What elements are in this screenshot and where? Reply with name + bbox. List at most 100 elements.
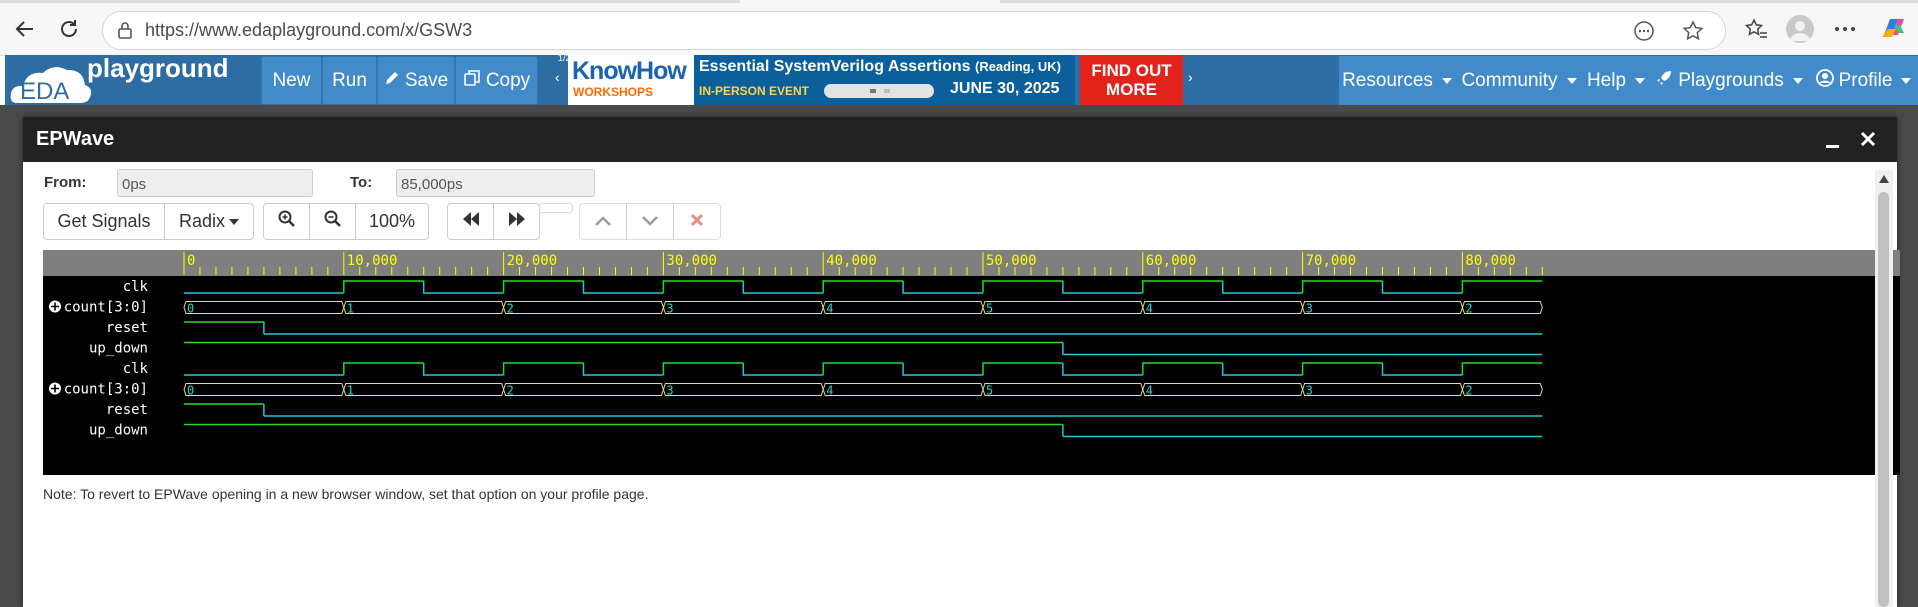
clk-high-segment (822, 362, 904, 375)
close-icon[interactable] (1857, 127, 1879, 151)
bus-value-label: 1 (347, 384, 354, 398)
bus-value-label: 3 (1306, 384, 1313, 398)
copy-icon (463, 69, 481, 93)
ad-cta-line2: MORE (1106, 80, 1157, 99)
copilot-icon[interactable] (1878, 13, 1908, 48)
clk-low-segment (582, 281, 664, 294)
community-menu[interactable]: Community (1455, 56, 1583, 105)
to-input[interactable]: 85,000ps (396, 169, 595, 197)
clk-high-segment (662, 362, 744, 375)
settings-more-icon[interactable] (1832, 16, 1858, 47)
vertical-scrollbar[interactable] (1875, 170, 1893, 607)
clk-low-segment (1221, 363, 1303, 376)
save-button-label: Save (404, 69, 449, 91)
ruler-tick-label: 10,000 (347, 253, 398, 269)
bus-segment (822, 301, 984, 314)
community-menu-label: Community (1461, 69, 1558, 91)
delete-signal-button[interactable] (673, 203, 721, 240)
ad-slide-indicator[interactable] (824, 84, 934, 98)
profile-menu[interactable]: Profile (1809, 56, 1918, 105)
ad-event-type: IN-PERSON EVENT (699, 84, 810, 98)
ruler-tick-label: 30,000 (666, 253, 717, 269)
zoom-out-icon (324, 210, 342, 233)
clk-low-segment (1062, 363, 1143, 376)
forward-button[interactable] (493, 203, 540, 240)
tab-strip-edge (1000, 0, 1918, 3)
ruler-tick-label: 20,000 (507, 253, 558, 269)
bus-value-label: 2 (1465, 302, 1472, 316)
address-bar[interactable]: https://www.edaplayground.com/x/GSW3 (102, 11, 1726, 50)
chevron-down-icon (1792, 77, 1803, 84)
bus-segment (1142, 301, 1304, 314)
from-input[interactable]: 0ps (117, 169, 313, 197)
clk-low-segment (902, 363, 983, 376)
zoom-in-button[interactable] (263, 203, 310, 240)
resources-menu[interactable]: Resources (1339, 56, 1455, 105)
more-options-circle-icon[interactable] (1633, 20, 1655, 47)
bus-segment (1142, 383, 1304, 396)
bus-segment (1461, 301, 1543, 314)
favorite-star-icon[interactable] (1681, 19, 1705, 48)
bus-segment (183, 383, 345, 396)
clk-high-segment (502, 280, 584, 293)
ad-banner[interactable]: KnowHow WORKSHOPS Essential SystemVerilo… (568, 55, 1075, 105)
rewind-button[interactable] (447, 203, 494, 240)
ad-brand-bottom: WORKSHOPS (573, 85, 654, 99)
clk-high-segment (982, 362, 1063, 375)
clk-high-segment (343, 362, 424, 375)
signal-name: up_down (89, 423, 148, 439)
playgrounds-menu[interactable]: Playgrounds (1649, 56, 1809, 105)
zoom-level[interactable]: 100% (355, 203, 429, 240)
save-button[interactable]: Save (377, 56, 455, 105)
radix-label: Radix (178, 211, 226, 231)
minimize-icon[interactable] (1823, 127, 1843, 151)
browser-toolbar: https://www.edaplayground.com/x/GSW3 (0, 0, 1918, 56)
ad-headline-suffix: (Reading, UK) (974, 59, 1061, 74)
scroll-up-arrow[interactable] (1879, 175, 1889, 183)
ruler-tick-label: 70,000 (1306, 253, 1357, 269)
ad-prev-icon[interactable]: ‹ (555, 69, 560, 85)
get-signals-button[interactable]: Get Signals (43, 203, 165, 240)
ad-cta-button[interactable]: FIND OUT MORE (1080, 55, 1183, 105)
svg-text:EDA: EDA (20, 78, 69, 105)
copy-button[interactable]: Copy (455, 56, 538, 105)
clk-high-segment (502, 362, 584, 375)
url-text[interactable]: https://www.edaplayground.com/x/GSW3 (145, 20, 472, 41)
ad-dot (884, 89, 890, 93)
clk-low-segment (1381, 363, 1463, 376)
scrollbar-thumb[interactable] (1878, 192, 1889, 607)
bus-value-label: 3 (666, 384, 673, 398)
waveform-canvas[interactable]: 0 10,000 20,000 30,000 40,000 50,000 60,000 70,… (43, 250, 1900, 475)
ad-next-icon[interactable]: › (1188, 69, 1193, 85)
chevron-down-icon (1901, 77, 1912, 84)
bus-segment (343, 383, 505, 396)
move-up-button[interactable] (579, 203, 627, 240)
ruler-tick-label: 60,000 (1146, 253, 1197, 269)
bus-value-label: 5 (986, 302, 993, 316)
help-menu[interactable]: Help (1583, 56, 1649, 105)
bus-segment (662, 383, 824, 396)
clk-low-segment (1062, 281, 1143, 294)
site-info-icon[interactable] (115, 20, 135, 45)
move-down-button[interactable] (626, 203, 674, 240)
eda-logo[interactable]: EDA (9, 57, 95, 105)
profile-avatar[interactable] (1786, 15, 1814, 43)
refresh-icon[interactable] (52, 12, 86, 46)
radix-dropdown[interactable]: Radix (164, 203, 254, 240)
ruler-tick-label: 40,000 (826, 253, 877, 269)
zoom-out-button[interactable] (309, 203, 356, 240)
bus-segment (662, 301, 824, 314)
chevron-up-icon (594, 211, 612, 232)
waveform-viewer[interactable]: 0 10,000 20,000 30,000 40,000 50,000 60,000 70,… (43, 250, 1900, 475)
run-button[interactable]: Run (322, 56, 377, 105)
signal-name: reset (106, 402, 148, 418)
resources-menu-label: Resources (1342, 69, 1433, 91)
new-button[interactable]: New (261, 56, 322, 105)
favorites-icon[interactable] (1743, 16, 1769, 47)
signal-name: clk (123, 279, 149, 295)
zoom-in-icon (278, 210, 296, 233)
bus-value-label: 0 (187, 384, 194, 398)
epwave-note: Note: To revert to EPWave opening in a n… (43, 486, 649, 502)
ruler-tick-label: 50,000 (986, 253, 1037, 269)
back-icon[interactable] (8, 12, 42, 46)
